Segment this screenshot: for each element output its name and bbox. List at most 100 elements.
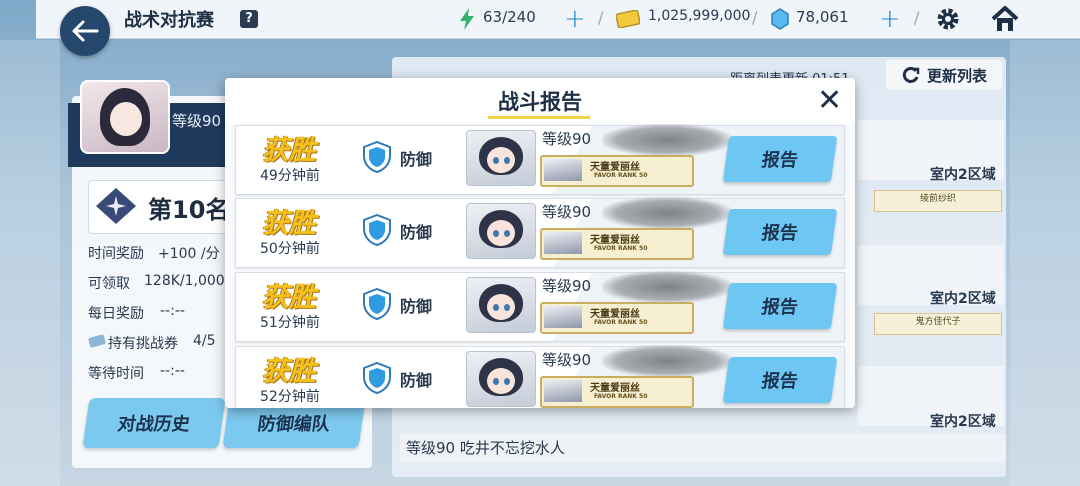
avatar-face bbox=[487, 294, 515, 320]
opponent-name-tag: 绫前纱织 bbox=[874, 190, 1002, 212]
battle-report-row: 获胜 50分钟前 防御 等级90 天童爱丽丝 FAVOR RANK 50 报告 bbox=[235, 197, 845, 268]
zone-label: 室内2区域 bbox=[930, 167, 996, 183]
wait-time-label: 等待时间 bbox=[88, 366, 144, 382]
avatar-face bbox=[487, 220, 515, 246]
divider: / bbox=[914, 8, 920, 27]
tag-avatar bbox=[544, 380, 582, 402]
rank-emblem-icon bbox=[96, 188, 136, 224]
battle-report-row: 获胜 49分钟前 防御 等级90 天童爱丽丝 FAVOR RANK 50 报告 bbox=[235, 124, 845, 195]
opponent-avatar bbox=[466, 203, 536, 259]
tag-name: 天童爱丽丝 bbox=[590, 235, 640, 246]
gem-plus-button[interactable]: + bbox=[879, 4, 901, 34]
avatar-eye bbox=[493, 230, 499, 237]
gem-icon bbox=[771, 8, 789, 30]
refresh-icon bbox=[902, 66, 920, 83]
avatar-face bbox=[487, 147, 515, 173]
favor-tag: 天童爱丽丝 FAVOR RANK 50 bbox=[540, 376, 694, 408]
claimable-label: 可领取 bbox=[88, 276, 130, 292]
report-button[interactable]: 报告 bbox=[722, 357, 838, 403]
favor-tag: 天童爱丽丝 FAVOR RANK 50 bbox=[540, 155, 694, 187]
daily-reward-label: 每日奖励 bbox=[88, 306, 144, 322]
avatar-eye bbox=[493, 304, 499, 311]
claimable-value: 128K/1,000 bbox=[144, 273, 225, 289]
report-button[interactable]: 报告 bbox=[722, 283, 838, 329]
ap-value: 63/240 bbox=[483, 8, 536, 26]
tickets-label: 持有挑战券 bbox=[108, 336, 178, 352]
background-building bbox=[0, 40, 60, 486]
battle-report-dialog: 战斗报告 ✕ 获胜 49分钟前 防御 等级90 天童爱丽丝 FAVOR RANK… bbox=[225, 78, 855, 408]
opponent-name-tag: 鬼方佳代子 bbox=[874, 313, 1002, 335]
time-ago: 49分钟前 bbox=[260, 168, 320, 184]
title-underline bbox=[488, 116, 590, 119]
tag-avatar bbox=[544, 306, 582, 328]
opponent-avatar bbox=[466, 130, 536, 186]
divider: / bbox=[752, 8, 758, 27]
result-label: 获胜 bbox=[262, 208, 316, 239]
tag-name: 天童爱丽丝 bbox=[590, 309, 640, 320]
time-ago: 51分钟前 bbox=[260, 315, 320, 331]
report-button[interactable]: 报告 bbox=[722, 209, 838, 255]
back-button[interactable] bbox=[60, 6, 110, 56]
tag-avatar bbox=[544, 232, 582, 254]
opponent-entry[interactable]: 等级90 吃井不忘挖水人 bbox=[400, 434, 1006, 462]
player-level: 等级90 bbox=[172, 112, 222, 130]
avatar-eye bbox=[504, 157, 510, 164]
shield-icon bbox=[363, 362, 391, 394]
divider: / bbox=[598, 8, 604, 27]
tag-name: 天童爱丽丝 bbox=[590, 383, 640, 394]
tag-rank: FAVOR RANK 50 bbox=[594, 393, 648, 400]
censored-name bbox=[602, 124, 732, 156]
refresh-list-button[interactable]: 更新列表 bbox=[886, 60, 1002, 90]
opponent-avatar bbox=[466, 277, 536, 333]
shield-icon bbox=[363, 214, 391, 246]
censored-name bbox=[602, 197, 732, 229]
ap-plus-button[interactable]: + bbox=[564, 4, 586, 34]
avatar-face bbox=[487, 368, 515, 394]
player-avatar[interactable] bbox=[80, 80, 170, 154]
opponent-level: 等级90 bbox=[542, 203, 592, 221]
help-button[interactable]: ? bbox=[240, 10, 258, 28]
result-label: 获胜 bbox=[262, 282, 316, 313]
battle-history-button[interactable]: 对战历史 bbox=[82, 398, 226, 448]
home-icon[interactable] bbox=[990, 5, 1020, 33]
credit-icon bbox=[616, 10, 640, 28]
gem-value: 78,061 bbox=[796, 8, 849, 26]
back-arrow-icon bbox=[72, 20, 99, 42]
favor-tag: 天童爱丽丝 FAVOR RANK 50 bbox=[540, 228, 694, 260]
tag-name: 天童爱丽丝 bbox=[590, 162, 640, 173]
zone-label: 室内2区域 bbox=[930, 414, 996, 430]
tag-avatar bbox=[544, 159, 582, 181]
time-ago: 50分钟前 bbox=[260, 241, 320, 257]
defense-label: 防御 bbox=[400, 371, 433, 390]
time-ago: 52分钟前 bbox=[260, 389, 320, 405]
shield-icon bbox=[363, 288, 391, 320]
report-button[interactable]: 报告 bbox=[722, 136, 838, 182]
favor-tag: 天童爱丽丝 FAVOR RANK 50 bbox=[540, 302, 694, 334]
close-icon[interactable]: ✕ bbox=[817, 86, 842, 116]
background-building bbox=[1010, 40, 1080, 486]
defense-label: 防御 bbox=[400, 297, 433, 316]
time-reward-label: 时间奖励 bbox=[88, 246, 144, 262]
tag-rank: FAVOR RANK 50 bbox=[594, 172, 648, 179]
dialog-title: 战斗报告 bbox=[498, 90, 582, 114]
avatar-eye bbox=[504, 378, 510, 385]
avatar-eye bbox=[504, 304, 510, 311]
avatar-eye bbox=[493, 378, 499, 385]
result-label: 获胜 bbox=[262, 135, 316, 166]
tag-rank: FAVOR RANK 50 bbox=[594, 319, 648, 326]
battle-report-row: 获胜 52分钟前 防御 等级90 天童爱丽丝 FAVOR RANK 50 报告 bbox=[235, 345, 845, 408]
censored-name bbox=[602, 271, 732, 303]
opponent-level: 等级90 bbox=[542, 130, 592, 148]
censored-name bbox=[602, 345, 732, 377]
shield-icon bbox=[363, 141, 391, 173]
rank-value: 第10名 bbox=[148, 196, 230, 224]
defense-label: 防御 bbox=[400, 223, 433, 242]
gear-icon[interactable] bbox=[935, 6, 961, 32]
time-reward-value: +100 /分 bbox=[158, 246, 220, 262]
ticket-icon bbox=[88, 334, 106, 348]
tag-rank: FAVOR RANK 50 bbox=[594, 245, 648, 252]
tickets-value: 4/5 bbox=[193, 333, 216, 349]
refresh-list-label: 更新列表 bbox=[926, 66, 987, 85]
avatar-eye bbox=[493, 157, 499, 164]
credit-value: 1,025,999,000 bbox=[648, 8, 751, 24]
